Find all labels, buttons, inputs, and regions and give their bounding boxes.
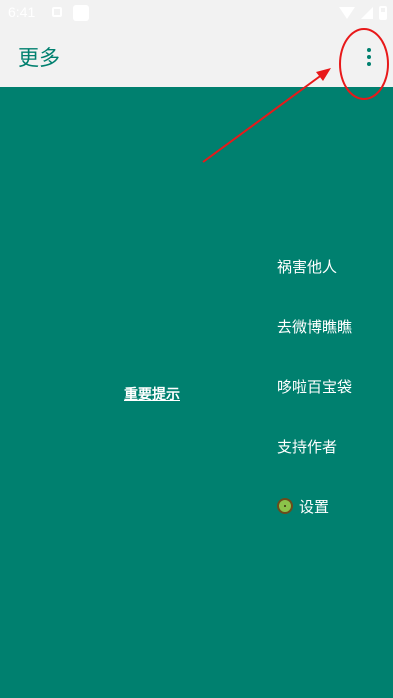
main-content: 重要提示 祸害他人 去微博瞧瞧 哆啦百宝袋 支持作者 设置	[0, 87, 393, 698]
menu-item-weibo[interactable]: 去微博瞧瞧	[277, 311, 352, 341]
menu-item-label: 哆啦百宝袋	[277, 377, 353, 396]
annotation-circle	[339, 28, 389, 100]
menu-item-label: 祸害他人	[277, 257, 338, 276]
important-notice-link[interactable]: 重要提示	[124, 384, 180, 404]
kiwi-icon	[277, 498, 293, 514]
menu-item-label: 设置	[299, 497, 330, 516]
app-icon	[73, 5, 89, 21]
wifi-icon	[339, 7, 355, 19]
battery-icon	[379, 6, 387, 20]
page-title: 更多	[18, 46, 60, 70]
notification-icon	[52, 7, 62, 17]
menu-item-harm-others[interactable]: 祸害他人	[277, 251, 337, 281]
menu-item-label: 支持作者	[277, 437, 338, 456]
status-bar: 6:41	[0, 0, 393, 26]
signal-icon	[361, 7, 373, 19]
menu-item-label: 去微博瞧瞧	[277, 317, 353, 336]
status-right-icons	[339, 5, 387, 21]
menu-item-doraemon-pocket[interactable]: 哆啦百宝袋	[277, 371, 352, 401]
menu-item-settings[interactable]: 设置	[277, 491, 329, 521]
menu-item-support-author[interactable]: 支持作者	[277, 431, 337, 461]
app-bar: 更多	[0, 26, 393, 87]
status-time: 6:41	[8, 4, 36, 20]
